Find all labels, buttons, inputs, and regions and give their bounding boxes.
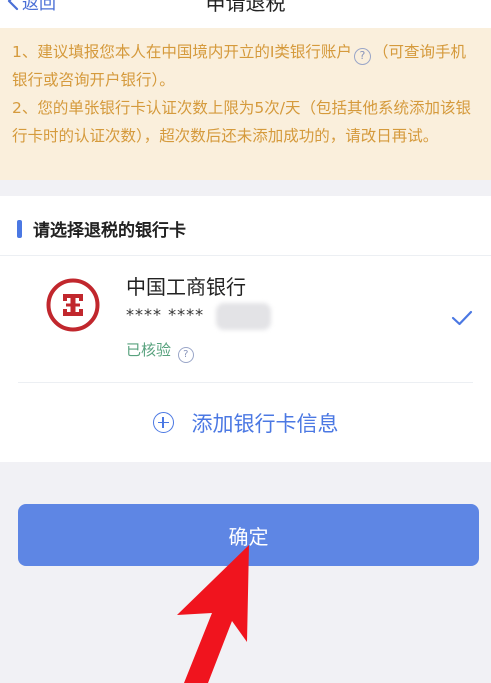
notice-item-2: 2、您的单张银行卡认证次数上限为5次/天（包括其他系统添加该银行卡时的认证次数）…: [12, 99, 471, 145]
notice-item-1: 1、建议填报您本人在中国境内开立的Ⅰ类银行账户? （可查询手机银行或咨询开户银行）…: [12, 38, 477, 94]
notice-item-1-text: 1、建议填报您本人在中国境内开立的Ⅰ类银行账户: [12, 43, 352, 61]
section-title: 请选择退税的银行卡: [33, 221, 186, 241]
top-bar: 返回 申请退税: [0, 0, 491, 28]
verified-label: 已核验: [126, 341, 172, 359]
add-bank-card-label: 添加银行卡信息: [191, 411, 339, 436]
page-title: 申请退税: [205, 0, 286, 15]
card-number: **** ****: [126, 305, 205, 324]
bank-name: 中国工商银行: [126, 275, 246, 299]
help-circle-icon[interactable]: ?: [353, 48, 371, 65]
help-circle-icon[interactable]: ?: [177, 347, 194, 363]
section-header: 请选择退税的银行卡: [17, 216, 186, 241]
add-bank-card-button[interactable]: 添加银行卡信息: [0, 383, 491, 462]
verified-status: 已核验 ?: [126, 339, 196, 363]
plus-circle-icon: [152, 412, 174, 433]
section-accent-bar: [17, 219, 22, 238]
bank-card-section: 请选择退税的银行卡 中国工商银行 **** **** 已核验 ? 添加银行卡信息: [0, 196, 491, 462]
checkmark-icon: [451, 310, 473, 326]
notice-panel: 1、建议填报您本人在中国境内开立的Ⅰ类银行账户? （可查询手机银行或咨询开户银行）…: [0, 28, 491, 180]
card-number-redaction: [216, 303, 271, 330]
confirm-button[interactable]: 确定: [18, 504, 479, 566]
icbc-logo: [46, 278, 100, 332]
bank-card-item[interactable]: 中国工商银行 **** **** 已核验 ?: [0, 256, 491, 382]
